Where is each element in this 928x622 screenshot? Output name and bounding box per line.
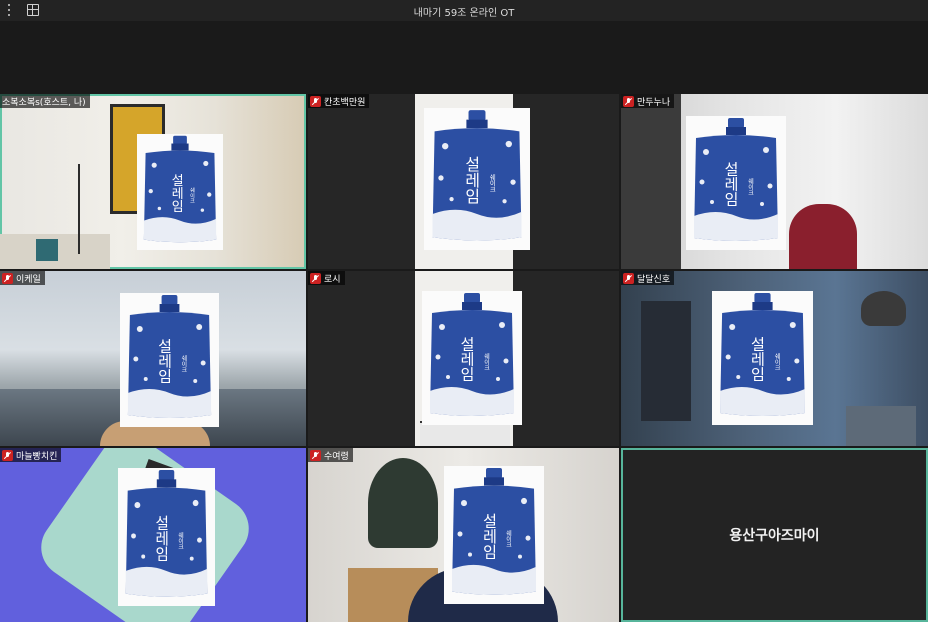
participant-name: 만두누나 — [637, 97, 671, 108]
video-tile-2[interactable]: 칸초백만원 설레임 쉐이크 — [308, 94, 619, 269]
participant-name-tag: 달달신호 — [621, 271, 675, 285]
pouch-side-text: 쉐이크 — [488, 172, 495, 192]
video-tile-4[interactable]: 이케일 설레임 쉐이크 — [0, 271, 306, 446]
pouch-illustration: 설레임 쉐이크 — [432, 110, 522, 241]
participant-name: 마늘빵치킨 — [16, 451, 58, 462]
avatar-card: 설레임 쉐이크 — [686, 116, 786, 250]
avatar-card: 설레임 쉐이크 — [118, 468, 215, 606]
participant-name-tag: 수여령 — [308, 448, 353, 462]
participant-name-tag: 만두누나 — [621, 94, 675, 108]
pouch-brand-text: 설레임 — [480, 513, 498, 560]
pouch-illustration: 설레임 쉐이크 — [430, 293, 514, 416]
video-tile-6[interactable]: 달달신호 설레임 쉐이크 — [621, 271, 928, 446]
muted-mic-icon — [310, 95, 321, 107]
video-tile-9[interactable]: 용산구아즈마이 — [621, 448, 928, 622]
video-tile-7[interactable]: 마늘빵치킨 설레임 쉐이크 — [0, 448, 306, 622]
video-tile-1[interactable]: 소복소복s(호스트, 나) 설레임 쉐이크 — [0, 94, 306, 269]
pouch-brand-text: 설레임 — [462, 156, 481, 204]
pouch-side-text: 쉐이크 — [505, 529, 512, 548]
participant-name-tag: 마늘빵치킨 — [0, 448, 62, 462]
avatar-card: 설레임 쉐이크 — [137, 134, 223, 250]
participant-name-tag: 칸초백만원 — [308, 94, 370, 108]
muted-mic-icon — [2, 449, 13, 461]
pouch-brand-text: 설레임 — [153, 515, 170, 562]
video-tile-3[interactable]: 만두누나 설레임 쉐이크 — [621, 94, 928, 269]
avatar-card: 설레임 쉐이크 — [444, 466, 544, 604]
participant-name: 이케일 — [16, 274, 41, 285]
participant-name: 달달신호 — [637, 274, 671, 285]
pouch-brand-text: 설레임 — [156, 339, 174, 384]
pouch-illustration: 설레임 쉐이크 — [127, 295, 212, 418]
avatar-card: 설레임 쉐이크 — [422, 291, 522, 425]
participant-name-tag: 로시 — [308, 271, 345, 285]
participant-name: 칸초백만원 — [324, 97, 366, 108]
participant-name-center: 용산구아즈마이 — [729, 528, 820, 544]
meeting-title: 내마기 59조 온라인 OT — [413, 8, 515, 19]
empty-top-area — [0, 21, 928, 94]
title-bar: 내마기 59조 온라인 OT — [0, 0, 928, 21]
pouch-side-text: 쉐이크 — [747, 177, 754, 196]
participant-name: 로시 — [324, 274, 341, 285]
avatar-card: 설레임 쉐이크 — [424, 108, 530, 250]
video-tile-8[interactable]: 수여령 설레임 쉐이크 — [308, 448, 619, 622]
pouch-illustration: 설레임 쉐이크 — [720, 293, 805, 416]
pouch-illustration: 설레임 쉐이크 — [452, 468, 536, 595]
muted-mic-icon — [623, 272, 634, 284]
video-tile-5[interactable]: 로시 설레임 쉐이크 — [308, 271, 619, 446]
pouch-brand-text: 설레임 — [748, 337, 766, 382]
muted-mic-icon — [310, 449, 321, 461]
participant-name-tag: 이케일 — [0, 271, 45, 285]
pouch-side-text: 쉐이크 — [189, 186, 195, 203]
muted-mic-icon — [623, 95, 634, 107]
pouch-side-text: 쉐이크 — [180, 354, 187, 373]
muted-mic-icon — [310, 272, 321, 284]
participant-name: 소복소복s(호스트, 나) — [2, 97, 86, 108]
pouch-brand-text: 설레임 — [458, 337, 476, 382]
pouch-brand-text: 설레임 — [722, 162, 740, 207]
pouch-illustration: 설레임 쉐이크 — [143, 135, 217, 243]
pouch-brand-text: 설레임 — [168, 173, 183, 212]
pouch-side-text: 쉐이크 — [177, 531, 184, 551]
pouch-illustration: 설레임 쉐이크 — [694, 118, 778, 241]
participant-name-tag: 소복소복s(호스트, 나) — [0, 94, 90, 108]
pouch-illustration: 설레임 쉐이크 — [125, 470, 208, 597]
pouch-side-text: 쉐이크 — [773, 352, 780, 371]
avatar-card: 설레임 쉐이크 — [712, 291, 813, 425]
participant-name: 수여령 — [324, 451, 349, 462]
pouch-side-text: 쉐이크 — [483, 352, 490, 371]
avatar-card: 설레임 쉐이크 — [120, 293, 219, 427]
muted-mic-icon — [2, 272, 13, 284]
